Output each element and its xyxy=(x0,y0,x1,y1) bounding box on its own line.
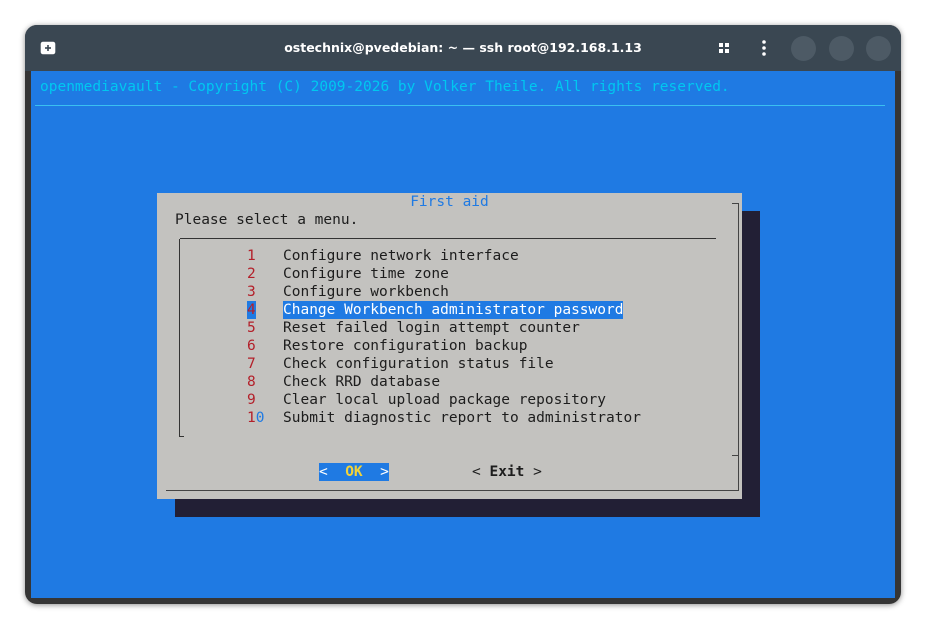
menu-item-number: 2 xyxy=(247,266,256,282)
first-aid-dialog: First aid Please select a menu. 1 Config… xyxy=(157,193,742,499)
terminal-window: ostechnix@pvedebian: ~ — ssh root@192.16… xyxy=(25,25,901,604)
ok-button-label: OK xyxy=(345,464,363,480)
dialog-title: First aid xyxy=(410,194,489,210)
grid-icon[interactable] xyxy=(717,41,731,55)
menu-item-number: 1 xyxy=(247,248,256,264)
menu-item-number: 7 xyxy=(247,356,256,372)
menu-item-label: Configure network interface xyxy=(283,248,519,264)
dialog-border xyxy=(732,455,738,456)
menu-item-label: Clear local upload package repository xyxy=(283,392,607,408)
exit-button-label: Exit xyxy=(489,464,525,480)
menu-item-number: 3 xyxy=(247,284,256,300)
menu-item-label: Configure time zone xyxy=(283,266,449,282)
banner-divider xyxy=(35,105,885,106)
menu-item-label: Reset failed login attempt counter xyxy=(283,320,580,336)
menu-list-border xyxy=(179,436,184,437)
close-button[interactable] xyxy=(866,36,891,61)
dialog-border xyxy=(166,490,739,491)
kebab-menu-icon[interactable] xyxy=(757,39,771,57)
dialog-border xyxy=(738,203,739,490)
menu-item-number: 6 xyxy=(247,338,256,354)
menu-item-number: 8 xyxy=(247,374,256,390)
dialog-prompt: Please select a menu. xyxy=(175,212,359,228)
menu-item-label: Change Workbench administrator password xyxy=(283,301,624,319)
titlebar: ostechnix@pvedebian: ~ — ssh root@192.16… xyxy=(25,25,901,71)
menu-item-number: 9 xyxy=(247,392,256,408)
menu-item-number: 4 xyxy=(247,301,256,319)
menu-item-label: Check RRD database xyxy=(283,374,441,390)
menu-item-label: Restore configuration backup xyxy=(283,338,528,354)
maximize-button[interactable] xyxy=(829,36,854,61)
exit-button[interactable]: < Exit > xyxy=(472,463,542,481)
copyright-banner: openmediavault - Copyright (C) 2009-2026… xyxy=(40,79,730,95)
menu-item-label: Submit diagnostic report to administrato… xyxy=(283,410,641,426)
exit-button-open: < xyxy=(472,464,490,480)
terminal-area[interactable]: openmediavault - Copyright (C) 2009-2026… xyxy=(31,71,895,598)
menu-list-border xyxy=(179,239,180,437)
menu-list-border xyxy=(180,238,716,239)
ok-button-open: < xyxy=(319,464,346,480)
menu-item-number: 10 xyxy=(247,410,265,426)
menu-item-number: 5 xyxy=(247,320,256,336)
menu-item-label: Configure workbench xyxy=(283,284,449,300)
ok-button[interactable]: < OK > xyxy=(319,463,389,481)
minimize-button[interactable] xyxy=(791,36,816,61)
ok-button-close: > xyxy=(362,464,389,480)
menu-item-label: Check configuration status file xyxy=(283,356,554,372)
exit-button-close: > xyxy=(524,464,542,480)
